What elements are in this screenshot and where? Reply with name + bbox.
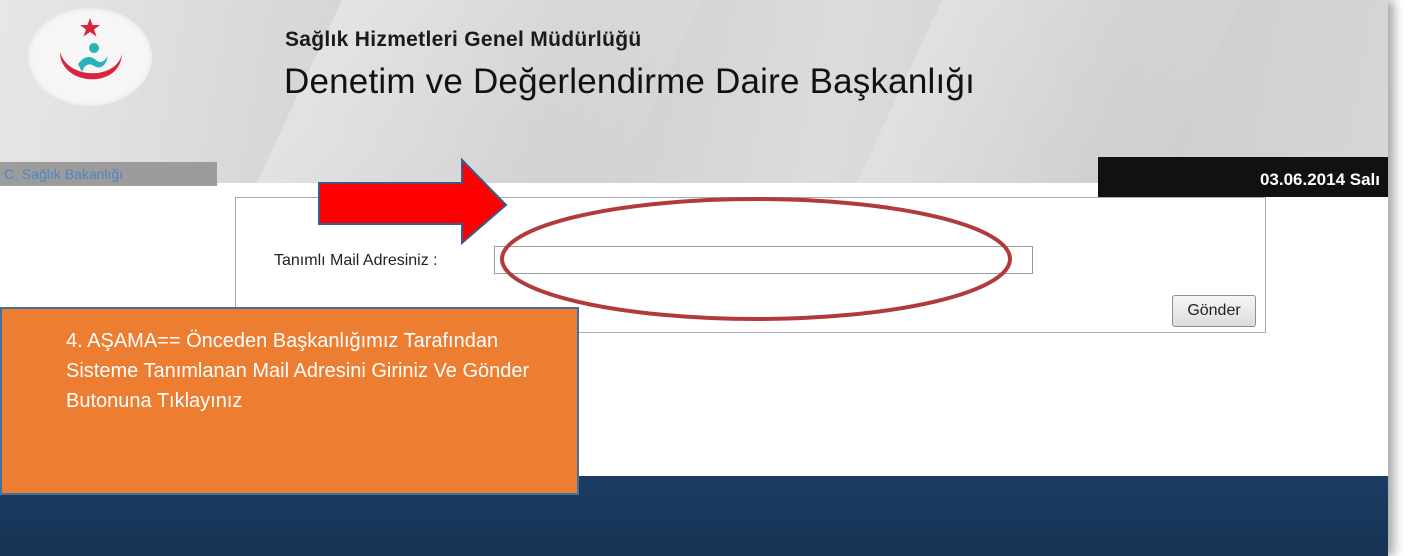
- date-label: 03.06.2014 Salı: [1098, 157, 1388, 197]
- ministry-link[interactable]: C. Sağlık Bakanlığı: [0, 162, 217, 186]
- mail-field-label: Tanımlı Mail Adresiniz :: [274, 252, 438, 269]
- page-header: Sağlık Hizmetleri Genel Müdürlüğü Deneti…: [0, 0, 1388, 183]
- screenshot-frame: Sağlık Hizmetleri Genel Müdürlüğü Deneti…: [0, 0, 1388, 556]
- instruction-callout: 4. AŞAMA== Önceden Başkanlığımız Tarafın…: [0, 307, 579, 495]
- mail-input[interactable]: [494, 246, 1033, 274]
- send-button[interactable]: Gönder: [1172, 295, 1256, 327]
- ministry-of-health-logo-icon: [28, 8, 152, 106]
- page-title: Denetim ve Değerlendirme Daire Başkanlığ…: [284, 62, 976, 101]
- page-subtitle: Sağlık Hizmetleri Genel Müdürlüğü: [285, 28, 642, 51]
